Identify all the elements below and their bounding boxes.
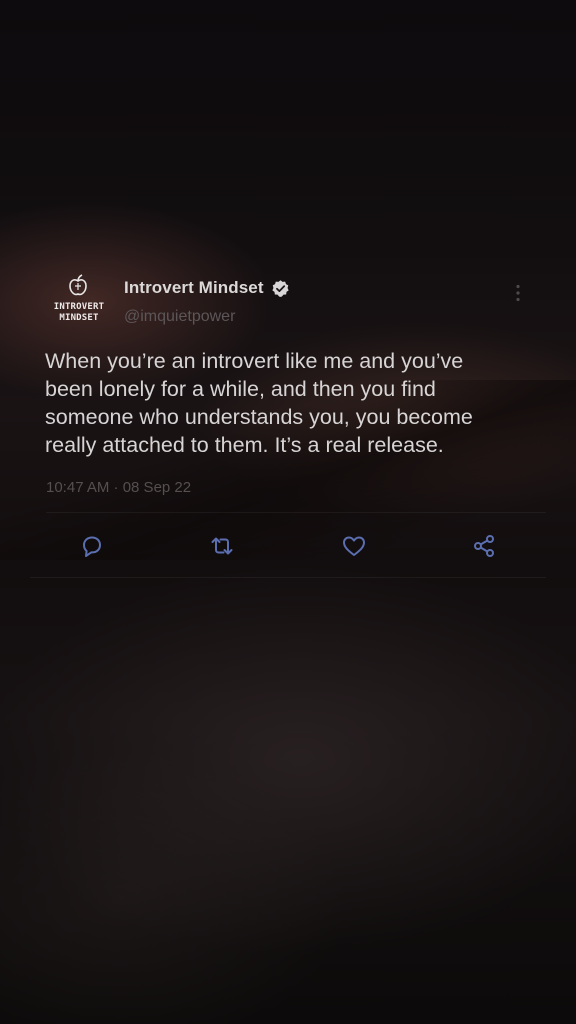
retweet-button[interactable] — [208, 532, 236, 560]
author-row: Introvert Mindset — [124, 278, 290, 298]
tweet-text-line: been lonely for a while, and then you fi… — [45, 377, 436, 401]
verified-badge-icon — [271, 279, 289, 297]
reply-button[interactable] — [78, 532, 106, 560]
screen: INTROVERT MINDSET Introvert Mindset @imq… — [0, 0, 576, 1024]
share-icon — [474, 535, 494, 557]
avatar-text-line2: MINDSET — [59, 313, 99, 323]
avatar[interactable]: INTROVERT MINDSET — [44, 270, 114, 330]
like-button[interactable] — [340, 532, 368, 560]
author-name[interactable]: Introvert Mindset — [124, 278, 264, 298]
avatar-text-line1: INTROVERT — [53, 302, 105, 312]
divider — [46, 512, 546, 513]
share-button[interactable] — [470, 532, 498, 560]
tweet-text-line: someone who understands you, you become — [45, 405, 473, 429]
like-icon — [343, 536, 365, 556]
tweet-text: When you’re an introvert like me and you… — [45, 347, 545, 459]
tweet-text-line: When you’re an introvert like me and you… — [45, 349, 464, 373]
tweet-timestamp[interactable]: 10:47 AM · 08 Sep 22 — [46, 479, 191, 496]
apple-icon — [69, 274, 87, 296]
divider — [30, 577, 546, 578]
reply-icon — [83, 536, 101, 557]
retweet-icon — [211, 537, 233, 555]
tweet-card: INTROVERT MINDSET Introvert Mindset @imq… — [0, 0, 576, 1024]
author-handle[interactable]: @imquietpower — [124, 308, 235, 326]
tweet-text-line: really attached to them. It’s a real rel… — [45, 433, 444, 457]
more-options-icon[interactable] — [512, 283, 524, 303]
